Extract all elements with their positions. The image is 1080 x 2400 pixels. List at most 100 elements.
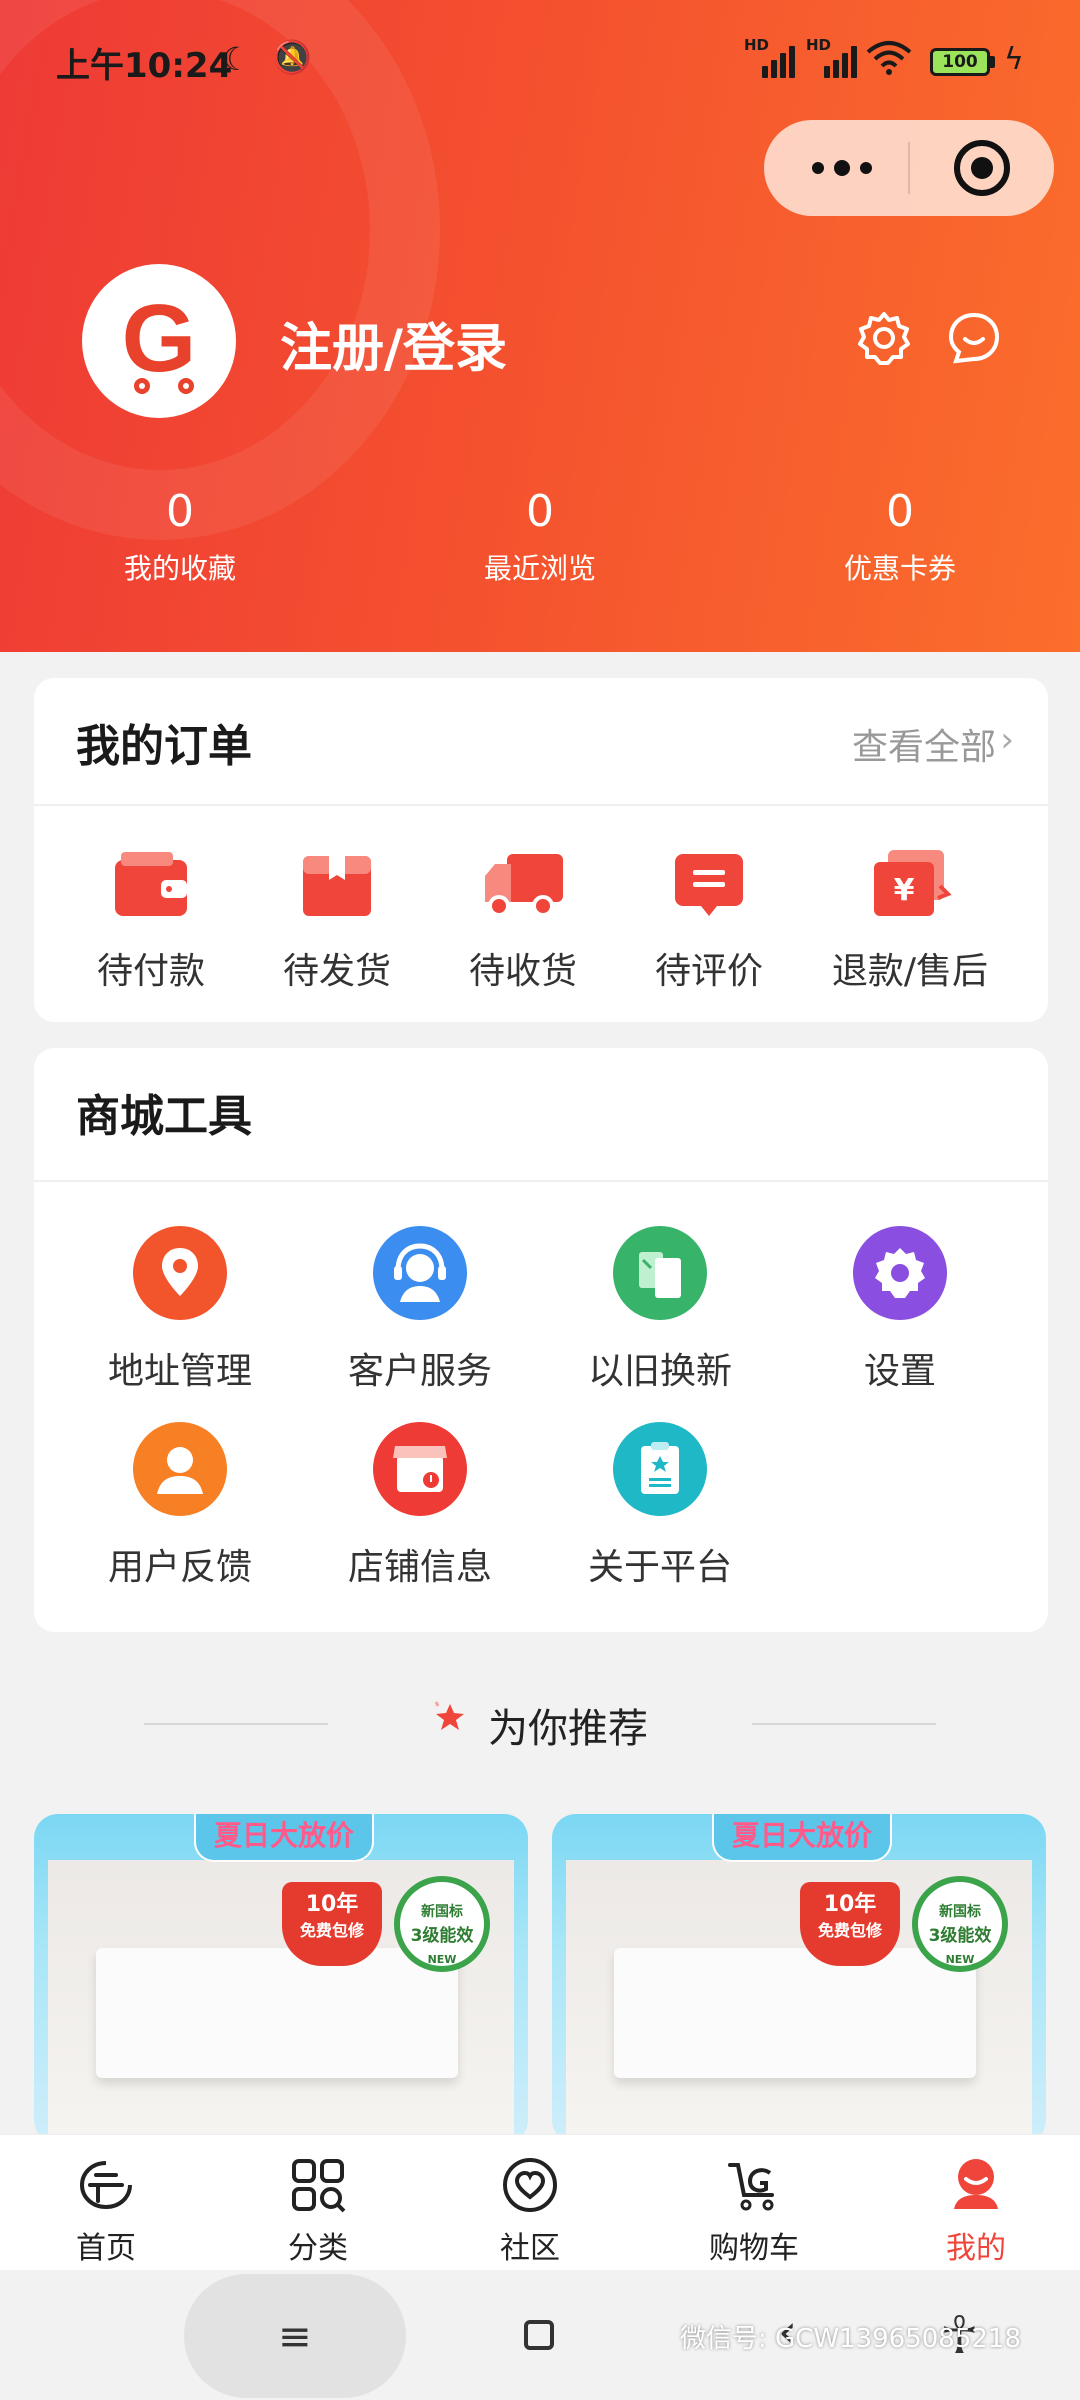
settings-icon[interactable] xyxy=(856,310,912,366)
close-miniprogram-icon[interactable] xyxy=(954,140,1010,196)
stat-recent-value: 0 xyxy=(526,486,554,537)
profile-icon xyxy=(946,2155,1006,2215)
battery-icon: 100 xyxy=(930,48,990,76)
chevron-right-icon[interactable]: › xyxy=(1000,720,1014,760)
product-banner: 夏日大放价 xyxy=(194,1814,374,1862)
cart-wheel-left xyxy=(134,378,150,394)
tab-cart-label: 购物车 xyxy=(709,2231,799,2266)
battery-tip xyxy=(990,56,995,68)
stat-favorites-label: 我的收藏 xyxy=(123,552,236,585)
more-icon[interactable] xyxy=(804,146,884,186)
warranty-badge: 10年 免费包修 xyxy=(800,1882,900,1966)
gear-icon xyxy=(853,1226,947,1320)
clipboard-icon xyxy=(613,1422,707,1516)
tool-settings[interactable]: 设置 xyxy=(800,1226,1000,1394)
tab-category-label: 分类 xyxy=(288,2231,348,2266)
tool-about[interactable]: 关于平台 xyxy=(560,1422,760,1590)
status-bar: 上午10:24 ☾ 🔕 HD HD 100 ϟ xyxy=(0,0,1080,126)
truck-icon xyxy=(481,846,565,922)
order-pending-receipt[interactable]: 待收货 xyxy=(428,846,618,994)
wechat-watermark: 微信号: GCW13965085218 xyxy=(680,2324,1021,2354)
view-all-orders-link[interactable]: 查看全部 xyxy=(852,718,996,770)
tools-divider xyxy=(34,1180,1048,1182)
order-pending-receipt-label: 待收货 xyxy=(468,951,577,992)
tool-shop-info[interactable]: 店铺信息 xyxy=(320,1422,520,1590)
exchange-icon xyxy=(613,1226,707,1320)
energy-badge-level: 3级能效 xyxy=(410,1926,474,1946)
tools-card: 商城工具 地址管理 客户服务 以旧换新 设置 用户反馈 店铺信息 关于平台 xyxy=(34,1048,1048,1632)
moon-icon: ☾ xyxy=(222,40,251,78)
signal-hd-label-2: HD xyxy=(806,36,832,54)
tool-feedback[interactable]: 用户反馈 xyxy=(80,1422,280,1590)
avatar[interactable]: G xyxy=(82,264,236,418)
orders-card: 我的订单 查看全部 › 待付款 待发货 待收货 待评价 ¥ 退款/售后 xyxy=(34,678,1048,1022)
stat-coupons-label: 优惠卡券 xyxy=(843,552,956,585)
message-icon[interactable] xyxy=(946,310,1002,366)
refund-icon: ¥ xyxy=(868,846,952,922)
energy-badge-new: NEW xyxy=(427,1953,457,1966)
energy-badge: 新国标 3级能效 NEW xyxy=(912,1876,1008,1972)
product-card[interactable]: 夏日大放价 10年 免费包修 新国标 3级能效 NEW xyxy=(34,1814,528,2144)
stat-coupons[interactable]: 0 优惠卡券 xyxy=(780,486,1020,587)
tab-home[interactable]: 首页 xyxy=(26,2155,186,2267)
stat-favorites-value: 0 xyxy=(166,486,194,537)
orders-title: 我的订单 xyxy=(76,721,252,772)
tools-title: 商城工具 xyxy=(76,1091,252,1142)
login-button[interactable]: 注册/登录 xyxy=(280,306,507,381)
tab-cart[interactable]: 购物车 xyxy=(674,2155,834,2267)
tool-customer-service[interactable]: 客户服务 xyxy=(320,1226,520,1394)
wifi-icon xyxy=(866,40,912,85)
order-pending-review-label: 待评价 xyxy=(654,951,763,992)
recommend-title: 为你推荐 xyxy=(488,1706,648,1752)
location-icon xyxy=(133,1226,227,1320)
order-pending-shipment-label: 待发货 xyxy=(282,951,391,992)
home-button-icon[interactable] xyxy=(524,2320,554,2350)
tool-trade-in-label: 以旧换新 xyxy=(587,1351,732,1392)
warranty-badge-text: 免费包修 xyxy=(299,1921,364,1940)
tab-category[interactable]: 分类 xyxy=(238,2155,398,2267)
star-icon xyxy=(428,1696,468,1736)
stat-recent-label: 最近浏览 xyxy=(483,552,596,585)
capsule-divider xyxy=(908,142,910,194)
stat-coupons-value: 0 xyxy=(886,486,914,537)
tool-address-label: 地址管理 xyxy=(107,1351,252,1392)
tab-community[interactable]: 社区 xyxy=(450,2155,610,2267)
tool-customer-service-label: 客户服务 xyxy=(347,1351,492,1392)
tab-mine-label: 我的 xyxy=(946,2231,1006,2266)
order-pending-review[interactable]: 待评价 xyxy=(614,846,804,994)
logo-icon: G xyxy=(121,285,197,392)
cart-icon xyxy=(724,2155,784,2215)
stat-recent[interactable]: 0 最近浏览 xyxy=(420,486,660,587)
signal-icon-2: HD xyxy=(806,36,860,78)
order-pending-shipment[interactable]: 待发货 xyxy=(242,846,432,994)
heart-icon xyxy=(500,2155,560,2215)
recommend-divider-right xyxy=(752,1723,936,1725)
tool-trade-in[interactable]: 以旧换新 xyxy=(560,1226,760,1394)
recommend-divider-left xyxy=(144,1723,328,1725)
tab-community-label: 社区 xyxy=(500,2231,560,2266)
category-icon xyxy=(288,2155,348,2215)
tab-mine[interactable]: 我的 xyxy=(896,2155,1056,2267)
profile-header: 上午10:24 ☾ 🔕 HD HD 100 ϟ G 注册/登录 0 我的收藏 0… xyxy=(0,0,1080,652)
review-icon xyxy=(667,846,751,922)
bottom-tab-bar: 首页 分类 社区 购物车 我的 xyxy=(0,2134,1080,2270)
energy-badge: 新国标 3级能效 NEW xyxy=(394,1876,490,1972)
warranty-badge-years: 10年 xyxy=(305,1892,359,1917)
user-icon xyxy=(133,1422,227,1516)
energy-badge-standard: 新国标 xyxy=(421,1904,463,1920)
product-card[interactable]: 夏日大放价 10年 免费包修 新国标 3级能效 NEW xyxy=(552,1814,1046,2144)
orders-divider xyxy=(34,804,1048,806)
signal-icon: HD xyxy=(744,36,798,78)
mute-icon: 🔕 xyxy=(272,38,312,76)
tool-settings-label: 设置 xyxy=(863,1351,936,1392)
home-icon xyxy=(76,2155,136,2215)
order-pending-payment-label: 待付款 xyxy=(96,951,205,992)
order-pending-payment[interactable]: 待付款 xyxy=(56,846,246,994)
tool-address[interactable]: 地址管理 xyxy=(80,1226,280,1394)
order-refund[interactable]: ¥ 退款/售后 xyxy=(800,846,1020,994)
svg-text:¥: ¥ xyxy=(894,873,915,908)
signal-hd-label: HD xyxy=(744,36,770,54)
menu-icon[interactable]: ≡ xyxy=(278,2314,312,2360)
order-refund-label: 退款/售后 xyxy=(831,951,989,992)
stat-favorites[interactable]: 0 我的收藏 xyxy=(60,486,300,587)
